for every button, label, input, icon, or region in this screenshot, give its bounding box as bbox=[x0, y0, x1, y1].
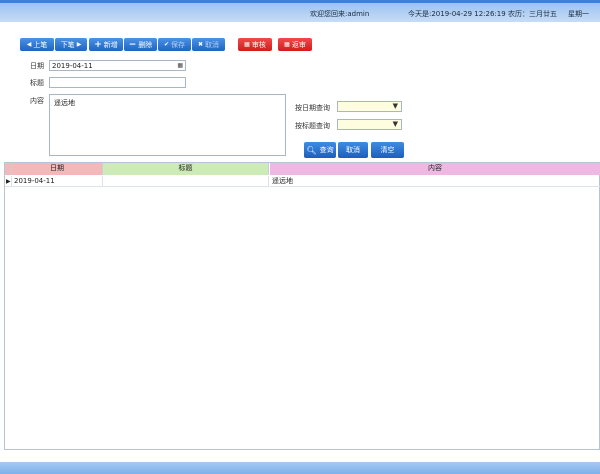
close-icon: ✖ bbox=[197, 41, 204, 48]
prev-label: 上笔 bbox=[33, 40, 48, 49]
column-header-content[interactable]: 内容 bbox=[270, 163, 600, 175]
datetime-text: 今天是:2019-04-29 12:26:19 bbox=[408, 10, 506, 18]
welcome-text: 欢迎您回来:admin bbox=[310, 10, 370, 18]
date-label: 日期 bbox=[30, 62, 44, 70]
delete-button[interactable]: − 删除 bbox=[124, 38, 157, 51]
date-value: 2019-04-11 bbox=[52, 62, 93, 70]
unaudit-label: 返审 bbox=[291, 40, 306, 49]
content-value: 遥远地 bbox=[54, 99, 75, 107]
save-label: 保存 bbox=[171, 40, 186, 49]
query-label: 查询 bbox=[319, 146, 334, 154]
query-cancel-label: 取消 bbox=[346, 146, 360, 154]
date-field[interactable]: 2019-04-11 ▦ bbox=[49, 60, 186, 71]
grid-icon: ▦ bbox=[284, 41, 290, 48]
weekday-text: 星期一 bbox=[568, 10, 589, 18]
calendar-icon[interactable]: ▦ bbox=[177, 62, 183, 69]
minus-icon: − bbox=[128, 39, 137, 50]
unaudit-button[interactable]: ▦ 返审 bbox=[278, 38, 312, 51]
search-icon: 🔍︎ bbox=[306, 145, 317, 155]
prev-record-button[interactable]: ◀ 上笔 bbox=[20, 38, 54, 51]
chevron-down-icon: ▼ bbox=[392, 120, 398, 128]
add-label: 新增 bbox=[103, 40, 118, 49]
plus-icon: + bbox=[94, 39, 102, 50]
column-header-title[interactable]: 标题 bbox=[103, 163, 269, 175]
save-button[interactable]: ✔ 保存 bbox=[158, 38, 191, 51]
date-query-select[interactable]: ▼ bbox=[337, 101, 402, 112]
chevron-down-icon: ▼ bbox=[392, 102, 398, 110]
next-record-button[interactable]: 下笔 ▶ bbox=[55, 38, 87, 51]
content-label: 内容 bbox=[30, 97, 44, 105]
table-cell-title[interactable] bbox=[103, 176, 269, 187]
clear-button[interactable]: 清空 bbox=[371, 142, 404, 158]
lunar-date-text: 农历：三月廿五 bbox=[508, 10, 557, 18]
search-by-date-label: 按日期查询 bbox=[295, 104, 330, 112]
arrow-left-icon: ◀ bbox=[26, 41, 32, 48]
current-row-indicator-icon: ▶ bbox=[5, 176, 12, 187]
row-indicator-header bbox=[5, 163, 12, 175]
cancel-label: 取消 bbox=[205, 40, 220, 49]
column-header-date[interactable]: 日期 bbox=[12, 163, 103, 175]
query-cancel-button[interactable]: 取消 bbox=[338, 142, 368, 158]
query-button[interactable]: 🔍︎ 查询 bbox=[304, 142, 336, 158]
next-label: 下笔 bbox=[60, 40, 75, 49]
audit-button[interactable]: ▦ 审核 bbox=[238, 38, 272, 51]
table-cell-content[interactable]: 遥远地 bbox=[270, 176, 600, 187]
delete-label: 删除 bbox=[138, 40, 153, 49]
cancel-edit-button[interactable]: ✖ 取消 bbox=[192, 38, 225, 51]
audit-label: 审核 bbox=[251, 40, 266, 49]
table-cell-date[interactable]: 2019-04-11 bbox=[12, 176, 103, 187]
search-by-title-label: 按标题查询 bbox=[295, 122, 330, 130]
title-field[interactable] bbox=[49, 77, 186, 88]
arrow-right-icon: ▶ bbox=[76, 41, 82, 48]
records-grid: 日期 标题 内容 ▶ 2019-04-11 遥远地 bbox=[4, 162, 600, 450]
title-label: 标题 bbox=[30, 79, 44, 87]
top-header-bar: 欢迎您回来:admin 今天是:2019-04-29 12:26:19 农历：三… bbox=[0, 0, 600, 22]
bottom-status-bar bbox=[0, 462, 600, 474]
clear-label: 清空 bbox=[380, 146, 395, 154]
check-icon: ✔ bbox=[163, 41, 170, 48]
title-query-select[interactable]: ▼ bbox=[337, 119, 402, 130]
content-textarea[interactable]: 遥远地 bbox=[49, 94, 286, 156]
add-button[interactable]: + 新增 bbox=[89, 38, 123, 51]
grid-icon: ▦ bbox=[244, 41, 250, 48]
